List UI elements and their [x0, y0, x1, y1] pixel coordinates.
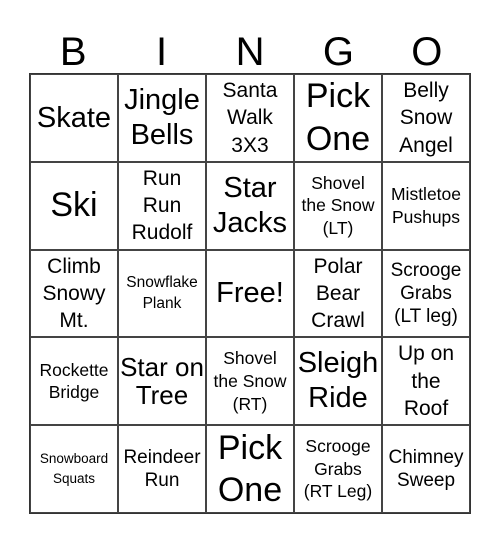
bingo-cell-label: Pick One: [217, 428, 283, 510]
bingo-cell-label: Star on Tree: [120, 351, 204, 411]
bingo-cell[interactable]: Up on the Roof: [382, 337, 470, 426]
bingo-cell[interactable]: Scrooge Grabs (RT Leg): [294, 425, 382, 513]
bingo-cell-label: Up on the Roof: [397, 342, 455, 420]
bingo-cell-label: Snowflake Plank: [126, 273, 198, 313]
bingo-cell-label: Sleigh Ride: [297, 347, 379, 415]
bingo-cell-label: Climb Snowy Mt.: [42, 254, 106, 333]
bingo-cell-label: Run Run Rudolf: [131, 166, 193, 245]
bingo-cell[interactable]: Pick One: [206, 425, 294, 513]
bingo-cell-label: Scrooge Grabs (LT leg): [390, 259, 462, 328]
bingo-cell-label: Shovel the Snow (LT): [301, 172, 375, 239]
bingo-cell[interactable]: Jingle Bells: [118, 74, 206, 162]
bingo-cell[interactable]: Pick One: [294, 74, 382, 162]
bingo-cell-label: Scrooge Grabs (RT Leg): [303, 435, 373, 502]
bingo-cell-label: Ski: [50, 186, 98, 225]
bingo-cell-label: Snowboard Squats: [39, 450, 109, 487]
bingo-cell-label: Belly Snow Angel: [399, 78, 453, 157]
bingo-cell[interactable]: Santa Walk 3X3: [206, 74, 294, 162]
bingo-cell-label: Reindeer Run: [123, 446, 201, 492]
bingo-cell-label: Rockette Bridge: [39, 359, 109, 403]
bingo-cell[interactable]: Climb Snowy Mt.: [30, 249, 118, 338]
bingo-cell[interactable]: Star on Tree: [118, 337, 206, 426]
bingo-header: B I N G O: [29, 30, 471, 74]
bingo-cell[interactable]: Chimney Sweep: [382, 425, 470, 513]
bingo-cell[interactable]: Star Jacks: [206, 161, 294, 250]
bingo-cell[interactable]: Mistletoe Pushups: [382, 161, 470, 250]
header-letter-o: O: [411, 30, 443, 74]
header-letter-i: I: [156, 30, 168, 74]
bingo-cell[interactable]: Skate: [30, 74, 118, 162]
bingo-cell[interactable]: Reindeer Run: [118, 425, 206, 513]
bingo-grid: Skate Jingle Bells Santa Walk 3X3 Pick One B…: [29, 73, 471, 514]
bingo-cell[interactable]: Rockette Bridge: [30, 337, 118, 426]
bingo-cell[interactable]: Ski: [30, 161, 118, 250]
bingo-cell-label: Chimney Sweep: [388, 446, 464, 492]
bingo-cell-label: Star Jacks: [212, 171, 288, 239]
bingo-cell[interactable]: Shovel the Snow (RT): [206, 337, 294, 426]
bingo-cell[interactable]: Sleigh Ride: [294, 337, 382, 426]
bingo-cell[interactable]: Free!: [206, 249, 294, 338]
bingo-cell[interactable]: Snowboard Squats: [30, 425, 118, 513]
bingo-cell[interactable]: Belly Snow Angel: [382, 74, 470, 162]
bingo-cell-label: Shovel the Snow (RT): [213, 348, 287, 414]
header-letter-b: B: [59, 30, 87, 74]
bingo-cell-label: Polar Bear Crawl: [311, 254, 365, 333]
bingo-cell[interactable]: Scrooge Grabs (LT leg): [382, 249, 470, 338]
bingo-cell-label: Skate: [36, 101, 112, 134]
bingo-cell[interactable]: Shovel the Snow (LT): [294, 161, 382, 250]
bingo-cell-label: Santa Walk 3X3: [222, 78, 278, 157]
bingo-cell-label: Jingle Bells: [124, 84, 200, 151]
bingo-cell-label: Mistletoe Pushups: [390, 183, 462, 227]
header-letter-n: N: [235, 30, 265, 74]
bingo-cell[interactable]: Polar Bear Crawl: [294, 249, 382, 338]
bingo-cell[interactable]: Snowflake Plank: [118, 249, 206, 338]
bingo-cell[interactable]: Run Run Rudolf: [118, 161, 206, 250]
bingo-cell-label: Free!: [216, 277, 284, 310]
header-letter-g: G: [322, 30, 354, 74]
bingo-cell-label: Pick One: [305, 77, 371, 158]
